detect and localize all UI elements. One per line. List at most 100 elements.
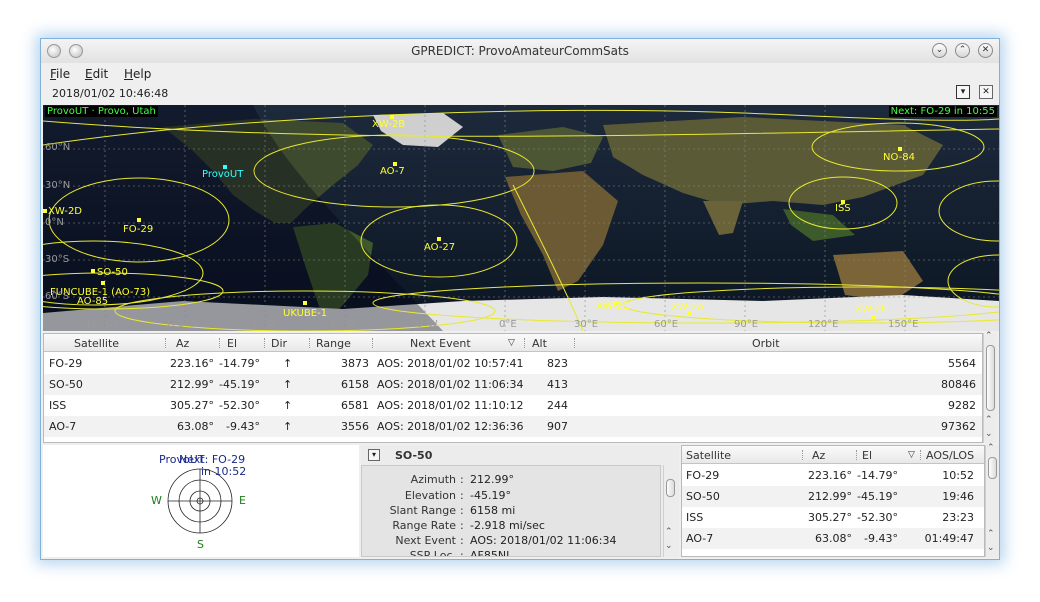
- table-row[interactable]: SO-50 212.99° -45.19° 19:46: [682, 486, 984, 507]
- world-map[interactable]: ProvoUT · Provo, Utah Next: FO-29 in 10:…: [43, 105, 999, 331]
- scroll-up-icon[interactable]: ⌃: [985, 415, 993, 425]
- map-label-ukube1[interactable]: UKUBE-1: [283, 308, 327, 319]
- cell-next-event: AOS: 2018/01/02 10:57:41: [377, 357, 524, 370]
- map-label-no84[interactable]: NO-84: [883, 152, 915, 163]
- cell-az: 212.99°: [808, 490, 852, 503]
- cell-el: -14.79°: [857, 469, 898, 482]
- scroll-thumb[interactable]: [986, 345, 995, 411]
- scroll-up-icon[interactable]: ⌃: [665, 527, 673, 537]
- scroll-up-icon[interactable]: ⌃: [987, 443, 995, 453]
- scroll-down-icon[interactable]: ⌄: [987, 543, 995, 553]
- col-dir[interactable]: Dir: [271, 337, 287, 350]
- table-header: Satellite Az El ▽ AOS/LOS: [682, 446, 984, 464]
- cell-next-event: AOS: 2018/01/02 12:36:36: [377, 420, 524, 433]
- col-satellite[interactable]: Satellite: [74, 337, 119, 350]
- menu-file-label: ile: [56, 67, 71, 81]
- map-label-iss[interactable]: ISS: [835, 203, 851, 214]
- table-row[interactable]: AO-7 63.08° -9.43° ↑ 3556 AOS: 2018/01/0…: [44, 416, 982, 437]
- map-label-fo29[interactable]: FO-29: [123, 224, 153, 235]
- col-alt[interactable]: Alt: [532, 337, 547, 350]
- table-row[interactable]: FO-29 223.16° -14.79° ↑ 3873 AOS: 2018/0…: [44, 353, 982, 374]
- col-el[interactable]: El: [227, 337, 237, 350]
- scroll-down-icon[interactable]: ⌄: [665, 541, 673, 551]
- cell-range: 3556: [341, 420, 369, 433]
- col-separator: [856, 450, 857, 460]
- cell-az: 212.99°: [170, 378, 214, 391]
- field-colon: :: [460, 473, 464, 486]
- maximize-button[interactable]: ⌃: [955, 43, 970, 58]
- table-row[interactable]: ISS 305.27° -52.30° 23:23: [682, 507, 984, 528]
- table-row[interactable]: AO-7 63.08° -9.43° 01:49:47: [682, 528, 984, 549]
- col-az[interactable]: Az: [812, 449, 825, 462]
- scroll-thumb[interactable]: [988, 457, 997, 479]
- lat-label-60s: 60°S: [45, 291, 70, 302]
- scroll-up-icon[interactable]: ⌃: [987, 529, 995, 539]
- info-scrollbar[interactable]: ⌃ ⌄: [663, 465, 677, 557]
- cell-range: 6158: [341, 378, 369, 391]
- polar-west: W: [151, 494, 162, 507]
- sat-options-button[interactable]: ▾: [368, 449, 380, 461]
- scroll-down-icon[interactable]: ⌄: [985, 429, 993, 439]
- map-label-xw2a[interactable]: XW-2A: [671, 302, 704, 313]
- lon-label-30e: 30°E: [574, 319, 599, 330]
- col-aoslos[interactable]: AOS/LOS: [926, 449, 974, 462]
- lon-label-60e: 60°E: [654, 319, 679, 330]
- module-close-button[interactable]: ✕: [979, 85, 993, 99]
- menu-edit[interactable]: Edit: [85, 67, 108, 81]
- menu-help[interactable]: Help: [124, 67, 151, 81]
- cell-orbit: 80846: [941, 378, 976, 391]
- cell-el: -9.43°: [864, 532, 898, 545]
- scroll-up-icon[interactable]: ⌃: [985, 331, 993, 341]
- map-label-xw2f[interactable]: XW-2F: [855, 304, 887, 315]
- menu-file[interactable]: File: [50, 67, 70, 81]
- scroll-thumb[interactable]: [666, 479, 675, 497]
- sort-desc-icon[interactable]: ▽: [908, 450, 915, 460]
- module-options-button[interactable]: ▾: [956, 85, 970, 99]
- col-separator: [264, 338, 265, 348]
- col-az[interactable]: Az: [176, 337, 189, 350]
- marker-so50: [91, 269, 95, 273]
- cell-dir: ↑: [283, 420, 293, 433]
- cell-range: 3873: [341, 357, 369, 370]
- map-label-ao85[interactable]: AO-85: [77, 296, 108, 307]
- table-scrollbar[interactable]: ⌃ ⌃ ⌄: [983, 331, 997, 443]
- cell-name: SO-50: [686, 490, 720, 503]
- table-row[interactable]: FO-29 223.16° -14.79° 10:52: [682, 465, 984, 486]
- map-label-ao27[interactable]: AO-27: [424, 242, 455, 253]
- col-satellite[interactable]: Satellite: [686, 449, 731, 462]
- sort-desc-icon[interactable]: ▽: [508, 338, 515, 348]
- col-next-event[interactable]: Next Event: [410, 337, 471, 350]
- table-row[interactable]: SO-50 212.99° -45.19° ↑ 6158 AOS: 2018/0…: [44, 374, 982, 395]
- map-label-ao7[interactable]: AO-7: [380, 166, 405, 177]
- cell-az: 223.16°: [808, 469, 852, 482]
- table-row[interactable]: ISS 305.27° -52.30° ↑ 6581 AOS: 2018/01/…: [44, 395, 982, 416]
- small-table-scrollbar[interactable]: ⌃ ⌃ ⌄: [985, 443, 999, 557]
- col-range[interactable]: Range: [316, 337, 351, 350]
- cell-name: AO-7: [49, 420, 77, 433]
- cell-name: ISS: [686, 511, 704, 524]
- cell-el: -14.79°: [219, 357, 260, 370]
- cell-alt: 413: [547, 378, 568, 391]
- map-label-xw2d[interactable]: XW-2D: [48, 206, 82, 217]
- col-orbit[interactable]: Orbit: [752, 337, 780, 350]
- marker-xw2f: [871, 315, 875, 319]
- col-el[interactable]: El: [862, 449, 872, 462]
- col-separator: [920, 450, 921, 460]
- polar-view[interactable]: ProvoUT Next: FO-29 in 10:52 W E S: [43, 445, 359, 557]
- col-separator: [372, 338, 373, 348]
- marker-ao27: [437, 237, 441, 241]
- cell-name: FO-29: [686, 469, 720, 482]
- field-colon: :: [460, 504, 464, 517]
- title-bar[interactable]: GPREDICT: ProvoAmateurCommSats ⌄ ⌃ ✕: [41, 39, 999, 63]
- col-separator: [802, 450, 803, 460]
- field-key: SSP Loc.: [409, 549, 456, 557]
- close-button[interactable]: ✕: [978, 43, 993, 58]
- map-label-xw2c[interactable]: XW-2C: [596, 301, 629, 312]
- field-colon: :: [460, 534, 464, 547]
- map-label-xw2b[interactable]: XW-2B: [372, 119, 405, 130]
- satellite-list-table: Satellite Az El Dir Range Next Event ▽ A…: [43, 333, 983, 443]
- cell-orbit: 5564: [948, 357, 976, 370]
- field-key: Azimuth: [410, 473, 456, 486]
- minimize-button[interactable]: ⌄: [932, 43, 947, 58]
- map-label-so50[interactable]: SO-50: [97, 267, 128, 278]
